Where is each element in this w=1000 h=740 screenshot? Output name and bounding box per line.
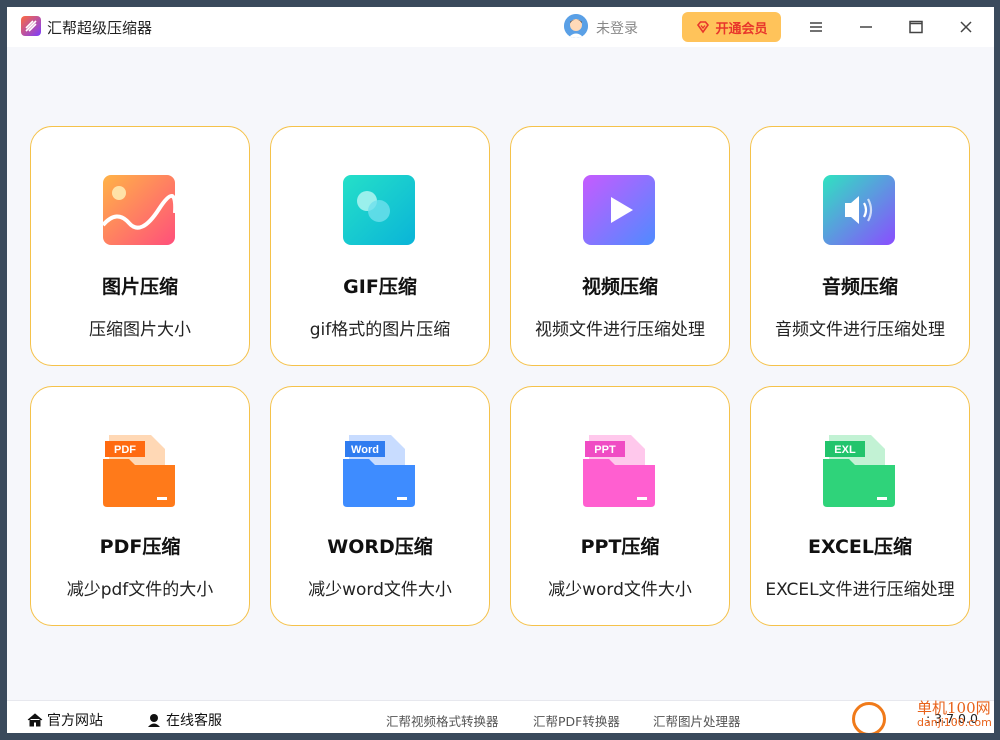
official-website-label: 官方网站 <box>47 713 103 729</box>
card-desc: 减少pdf文件的大小 <box>66 580 214 600</box>
card-gif-compress[interactable]: GIF压缩 gif格式的图片压缩 <box>270 126 490 366</box>
vip-button[interactable]: 开通会员 <box>682 12 781 42</box>
card-title: WORD压缩 <box>327 536 433 558</box>
image-icon <box>101 175 175 245</box>
support-agent-icon <box>148 714 160 727</box>
login-status[interactable]: 未登录 <box>596 18 638 38</box>
avatar[interactable] <box>564 14 588 38</box>
card-image-compress[interactable]: 图片压缩 压缩图片大小 <box>30 126 250 366</box>
excel-folder-icon: EXL <box>823 435 895 507</box>
online-support-label: 在线客服 <box>166 713 222 729</box>
card-title: EXCEL压缩 <box>808 536 912 558</box>
app-logo-icon <box>21 16 41 36</box>
card-title: 视频压缩 <box>581 276 658 298</box>
maximize-icon <box>909 20 923 34</box>
ppt-folder-icon: PPT <box>583 435 655 507</box>
card-desc: 视频文件进行压缩处理 <box>535 320 705 340</box>
watermark-url: danji100.com <box>917 716 992 729</box>
card-ppt-compress[interactable]: PPT PPT压缩 减少word文件大小 <box>510 386 730 626</box>
card-desc: 减少word文件大小 <box>548 580 692 600</box>
official-website-link[interactable]: 官方网站 <box>27 710 103 730</box>
minimize-button[interactable] <box>854 15 878 39</box>
card-title: 音频压缩 <box>821 276 898 298</box>
card-desc: EXCEL文件进行压缩处理 <box>765 580 955 600</box>
card-desc: 减少word文件大小 <box>308 580 452 600</box>
pdf-folder-icon: PDF <box>103 435 175 507</box>
card-title: 图片压缩 <box>101 276 178 298</box>
pdf-converter-link[interactable]: 汇帮PDF转换器 <box>533 711 620 730</box>
app-title: 汇帮超级压缩器 <box>47 19 153 37</box>
audio-speaker-icon <box>823 175 895 245</box>
word-folder-icon: Word <box>343 435 415 507</box>
title-bar: 汇帮超级压缩器 未登录 开通会员 <box>7 7 994 47</box>
hamburger-icon <box>810 22 822 32</box>
card-title: PPT压缩 <box>580 536 660 558</box>
svg-text:PPT: PPT <box>594 444 616 456</box>
card-video-compress[interactable]: 视频压缩 视频文件进行压缩处理 <box>510 126 730 366</box>
image-processor-link[interactable]: 汇帮图片处理器 <box>653 711 741 730</box>
close-icon <box>960 21 972 33</box>
card-word-compress[interactable]: Word WORD压缩 减少word文件大小 <box>270 386 490 626</box>
home-icon <box>27 713 43 727</box>
gif-icon <box>343 175 415 245</box>
footer-bar: 官方网站 在线客服 汇帮视频格式转换器 汇帮PDF转换器 汇帮图片处理器 : 3… <box>7 699 994 733</box>
card-title: GIF压缩 <box>343 276 417 298</box>
watermark-logo-icon <box>852 702 886 733</box>
vip-label: 开通会员 <box>715 21 768 37</box>
maximize-button[interactable] <box>904 15 928 39</box>
card-desc: 音频文件进行压缩处理 <box>775 320 945 340</box>
card-title: PDF压缩 <box>99 536 181 558</box>
minimize-icon <box>860 26 872 28</box>
video-play-icon <box>583 175 655 245</box>
watermark-text: 单机100网 <box>917 699 991 717</box>
online-support-link[interactable]: 在线客服 <box>146 710 222 730</box>
diamond-icon <box>697 21 710 34</box>
svg-text:Word: Word <box>351 444 379 456</box>
app-window: 汇帮超级压缩器 未登录 开通会员 图片压缩 压缩图片大小 GIF压缩 gif格式… <box>7 7 994 733</box>
svg-text:EXL: EXL <box>834 444 856 456</box>
video-converter-link[interactable]: 汇帮视频格式转换器 <box>386 711 499 730</box>
svg-text:PDF: PDF <box>114 444 136 456</box>
card-pdf-compress[interactable]: PDF PDF压缩 减少pdf文件的大小 <box>30 386 250 626</box>
menu-button[interactable] <box>804 15 828 39</box>
close-button[interactable] <box>954 15 978 39</box>
card-audio-compress[interactable]: 音频压缩 音频文件进行压缩处理 <box>750 126 970 366</box>
card-desc: gif格式的图片压缩 <box>309 320 451 340</box>
card-desc: 压缩图片大小 <box>89 320 191 340</box>
card-excel-compress[interactable]: EXL EXCEL压缩 EXCEL文件进行压缩处理 <box>750 386 970 626</box>
